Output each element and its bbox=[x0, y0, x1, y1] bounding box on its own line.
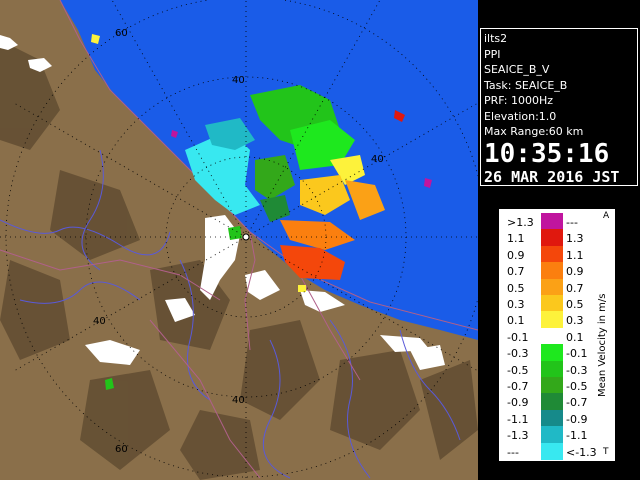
radar-name: ilts2 bbox=[484, 32, 508, 45]
scale-row: -0.5 -0.3 bbox=[503, 360, 601, 378]
scale-row: -0.1 0.1 bbox=[503, 327, 601, 345]
elevation-value: Elevation:1.0 bbox=[484, 109, 557, 123]
scale-row: 0.3 0.5 bbox=[503, 295, 601, 312]
radar-map: 60 40 40 40 40 60 bbox=[0, 0, 478, 480]
scale-row-low-label: --- bbox=[507, 445, 519, 459]
scale-row-swatch bbox=[541, 393, 563, 411]
scale-row-low-label: 0.3 bbox=[507, 298, 525, 311]
scale-row: -0.9 -0.7 bbox=[503, 393, 601, 411]
ring-label-40-left: 40 bbox=[93, 316, 106, 327]
scale-row-swatch bbox=[541, 442, 563, 460]
scale-row-swatch bbox=[541, 327, 563, 345]
scale-row-high-label: -1.1 bbox=[566, 429, 588, 443]
scale-row: -1.3 -1.1 bbox=[503, 426, 601, 444]
scale-bottom-marker: T bbox=[603, 447, 609, 457]
ring-label-40-bottom: 40 bbox=[232, 395, 245, 406]
scale-row-low-label: -0.7 bbox=[507, 380, 529, 393]
info-panel: ilts2 PPI SEAICE_B_V Task: SEAICE_B PRF:… bbox=[480, 28, 638, 186]
ring-label-40-top: 40 bbox=[232, 75, 245, 86]
scale-row-low-label: -1.3 bbox=[507, 429, 529, 443]
scale-row-low-label: 0.5 bbox=[507, 281, 525, 295]
scan-date: 26 MAR 2016 JST bbox=[484, 167, 620, 186]
scale-row-high-label: 1.3 bbox=[566, 232, 584, 246]
scale-row-low-label: 0.9 bbox=[507, 248, 525, 262]
scale-row: -0.7 -0.5 bbox=[503, 377, 601, 394]
scale-row-low-label: -1.1 bbox=[507, 412, 529, 426]
scale-row: 0.9 1.1 bbox=[503, 245, 601, 263]
scale-row: 0.5 0.7 bbox=[503, 278, 601, 296]
scale-row-swatch bbox=[541, 262, 563, 280]
scale-row-swatch bbox=[541, 360, 563, 378]
scale-row: 0.7 0.9 bbox=[503, 262, 601, 280]
scale-row-swatch bbox=[541, 344, 563, 362]
radar-ppi-svg: 60 40 40 40 40 60 bbox=[0, 0, 478, 480]
scale-row-swatch bbox=[541, 245, 563, 263]
prf-value: PRF: 1000Hz bbox=[484, 94, 553, 107]
scale-row: 1.1 1.3 bbox=[503, 229, 601, 247]
scale-top-marker: A bbox=[603, 211, 610, 221]
scale-row-swatch bbox=[541, 278, 563, 296]
scale-title: Mean Velocity in m/s bbox=[597, 293, 608, 397]
ring-label-40-right: 40 bbox=[371, 154, 384, 165]
scale-row: >1.3 --- bbox=[503, 213, 601, 230]
scan-name: SEAICE_B_V bbox=[484, 63, 550, 76]
scale-row-high-label: 1.1 bbox=[566, 248, 584, 262]
scale-row: -1.1 -0.9 bbox=[503, 409, 601, 427]
scale-row-swatch bbox=[541, 229, 563, 247]
scale-row-low-label: -0.9 bbox=[507, 396, 529, 410]
product-type: PPI bbox=[484, 47, 501, 61]
scale-row: 0.1 0.3 bbox=[503, 311, 601, 329]
scale-row: --- <-1.3 bbox=[503, 442, 601, 460]
scale-row-low-label: -0.3 bbox=[507, 347, 529, 361]
scale-row-swatch bbox=[541, 311, 563, 329]
scale-row: -0.3 -0.1 bbox=[503, 344, 601, 362]
scale-row-swatch bbox=[541, 213, 563, 230]
ring-label-60-bottom: 60 bbox=[115, 444, 128, 455]
ring-label-60-top: 60 bbox=[115, 28, 128, 39]
scale-row-swatch bbox=[541, 377, 563, 394]
scale-row-high-label: --- bbox=[566, 216, 578, 229]
task-name: Task: SEAICE_B bbox=[484, 78, 568, 92]
scale-row-low-label: -0.5 bbox=[507, 363, 529, 377]
max-range-value: Max Range:60 km bbox=[484, 125, 584, 138]
scale-row-low-label: 0.1 bbox=[507, 314, 525, 328]
radar-site-marker bbox=[242, 233, 250, 241]
velocity-color-scale: >1.3 --- 1.1 1.3 0.9 1.1 0.7 0.9 0.5 0.7 0.3 0.5 0.1… bbox=[498, 208, 616, 462]
scale-row-low-label: 1.1 bbox=[507, 232, 525, 246]
scale-row-low-label: 0.7 bbox=[507, 265, 525, 279]
scale-row-low-label: -0.1 bbox=[507, 330, 529, 344]
scale-row-low-label: >1.3 bbox=[507, 216, 534, 229]
scale-row-swatch bbox=[541, 426, 563, 444]
scan-time: 10:35:16 bbox=[484, 138, 610, 169]
scale-row-high-label: <-1.3 bbox=[566, 445, 597, 459]
scale-row-swatch bbox=[541, 295, 563, 312]
scale-row-swatch bbox=[541, 409, 563, 427]
